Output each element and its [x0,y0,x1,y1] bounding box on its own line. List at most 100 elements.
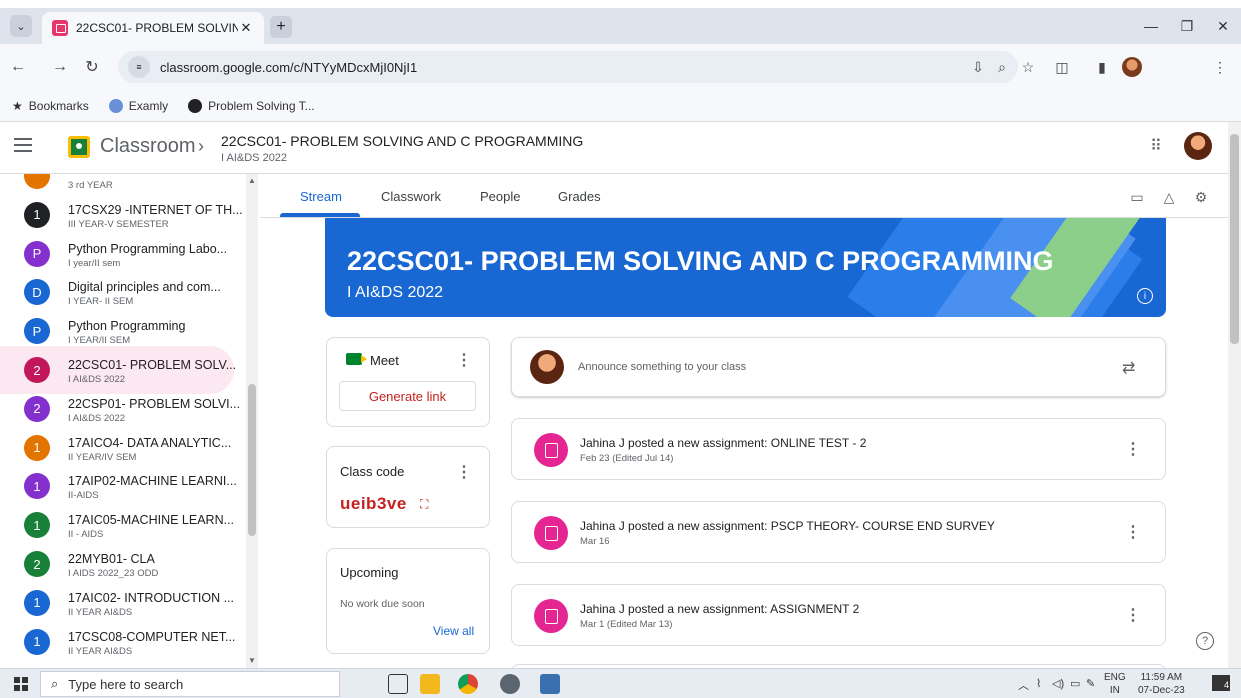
back-arrow-icon[interactable]: ← [8,57,28,77]
drive-icon[interactable]: △ [1160,188,1178,206]
settings-gear-icon[interactable]: ⚙ [1192,188,1210,206]
tab-grades[interactable]: Grades [558,189,601,204]
forward-arrow-icon[interactable]: → [50,57,70,77]
class-code-value: ueib3ve [340,494,407,513]
calendar-icon[interactable]: ▭ [1128,188,1146,206]
post-title: Jahina J posted a new assignment: ONLINE… [580,436,867,450]
app-name[interactable]: Classroom [100,135,196,158]
windows-start-icon[interactable] [14,677,28,691]
tray-chevron-icon[interactable]: ︿ [1018,677,1029,693]
post-card[interactable]: Jahina J posted a new assignment: ASSIGN… [511,584,1166,646]
lang-code: ENG [1104,672,1126,683]
class-badge: 2 [24,357,50,383]
browser-tab-title: 22CSC01- PROBLEM SOLVING [76,21,238,35]
sidebar-item-subtitle: I AIDS 2022_23 ODD [68,568,159,579]
announce-placeholder[interactable]: Announce something to your class [578,361,746,373]
taskbar-search[interactable]: ⌕ Type here to search [40,671,340,697]
zoom-icon[interactable]: ⌕ [992,57,1012,77]
sidebar-item-title: Digital principles and com... [68,280,221,295]
bookmark-problem-solving[interactable]: Problem Solving T... [188,98,315,113]
class-subtitle: I AI&DS 2022 [221,152,288,164]
volume-icon[interactable]: ◁) [1052,677,1064,690]
sidebar-item-subtitle: I AI&DS 2022 [68,412,126,424]
post-more-icon[interactable]: ⋮ [1125,522,1141,542]
sidebar-item-subtitle: II YEAR AI&DS [68,606,133,618]
bookmark-label: Bookmarks [28,98,89,113]
post-date: Mar 1 (Edited Mar 13) [580,619,673,630]
network-icon[interactable]: ⌇ [1036,677,1041,690]
menu-kebab-icon[interactable]: ⋮ [1210,57,1230,77]
task-view-icon[interactable] [388,674,408,694]
profile-avatar[interactable] [1122,57,1142,77]
notification-center-icon[interactable]: 4 [1212,675,1230,691]
class-title[interactable]: 22CSC01- PROBLEM SOLVING AND C PROGRAMMI… [221,133,583,149]
tab-stream[interactable]: Stream [300,189,342,204]
tab-close-icon[interactable]: ✕ [238,20,254,36]
battery-icon[interactable]: ▭ [1070,677,1080,690]
class-code-card [326,446,490,528]
meet-title: Meet [370,353,399,368]
side-panel-icon[interactable]: ▮ [1092,57,1112,77]
chrome-icon[interactable] [458,674,478,694]
sidebar-item-title: Python Programming Labo... [68,241,228,256]
taskbar-clock[interactable]: 11:59 AM 07-Dec-23 [1138,671,1185,697]
post-more-icon[interactable]: ⋮ [1125,439,1141,459]
repost-icon[interactable]: ⇄ [1122,358,1135,378]
generate-link-button[interactable]: Generate link [339,381,476,411]
restore-icon[interactable]: ❐ [1172,16,1202,36]
class-code-more-icon[interactable]: ⋮ [456,462,472,482]
sidebar-class-item[interactable]: 1 17CSC08-COMPUTER NET... II YEAR AI&DS [0,618,260,666]
sidebar-item-subtitle: I YEAR/II SEM [68,335,131,347]
examly-icon [108,98,123,113]
class-info-icon[interactable]: i [1137,288,1153,304]
word-icon[interactable] [540,674,560,694]
fullscreen-icon[interactable]: ⛶ [420,497,428,512]
sidebar-item-title: 17AICO4- DATA ANALYTIC... [68,435,232,450]
help-icon[interactable]: ? [1196,632,1214,650]
post-card[interactable]: Jahina J posted a new assignment: PSCP T… [511,501,1166,563]
class-badge: P [24,318,50,345]
post-card[interactable]: Jahina J posted a new assignment: ONLINE… [511,418,1166,480]
site-info-icon[interactable]: ≡ [128,56,150,78]
language-indicator[interactable]: ENG IN [1104,671,1126,697]
tab-people[interactable]: People [480,189,520,204]
file-explorer-icon[interactable] [420,674,440,694]
sidebar-item-subtitle: II YEAR/IV SEM [68,451,137,463]
app-icon[interactable] [500,674,520,694]
main-menu-icon[interactable] [14,138,32,152]
minimize-icon[interactable]: — [1136,16,1166,36]
omnibox-url-field[interactable]: ≡ classroom.google.com/c/NTYyMDcxMjI0NjI… [118,51,1018,83]
view-all-link[interactable]: View all [433,624,474,638]
sidebar-item-subtitle: II YEAR AI&DS [68,645,133,657]
tab-search-chevron-icon[interactable]: ⌄ [10,15,32,37]
post-date: Mar 16 [580,536,610,547]
bookmark-label: Examly [128,98,169,113]
pen-icon[interactable]: ✎ [1086,677,1095,690]
assignment-icon [534,516,568,550]
windows-taskbar: ⌕ Type here to search ︿ ⌇ ◁) ▭ ✎ ENG IN … [0,668,1241,698]
classroom-logo-icon[interactable] [68,136,90,158]
extensions-icon[interactable]: ◫ [1052,57,1072,77]
meet-more-icon[interactable]: ⋮ [456,350,472,370]
tab-classwork[interactable]: Classwork [381,189,441,204]
sidebar-scrollbar-thumb[interactable] [248,384,256,536]
account-avatar[interactable] [1184,132,1212,160]
sidebar-item-subtitle: II-AIDS [68,490,99,502]
bookmarks-folder[interactable]: ★ Bookmarks [12,99,89,113]
reload-icon[interactable]: ↻ [82,57,102,77]
window-close-icon[interactable]: ✕ [1208,16,1238,36]
browser-tab-active[interactable]: 22CSC01- PROBLEM SOLVING ✕ [42,12,264,44]
sidebar-item-title: Python Programming [68,319,186,334]
scroll-down-icon[interactable]: ▼ [248,656,256,665]
new-tab-button[interactable]: + [270,16,292,38]
scroll-up-icon[interactable]: ▲ [248,176,256,185]
post-more-icon[interactable]: ⋮ [1125,605,1141,625]
bookmark-star-icon[interactable]: ☆ [1018,57,1038,77]
sidebar-item-subtitle: I year/II sem [68,257,121,269]
page-scrollbar-thumb[interactable] [1230,134,1239,344]
install-app-icon[interactable]: ⇩ [968,57,988,77]
bookmark-examly[interactable]: Examly [108,98,169,113]
notification-count: 4 [1223,680,1229,690]
google-apps-icon[interactable]: ⠿ [1146,136,1166,156]
class-badge: 1 [24,628,50,655]
